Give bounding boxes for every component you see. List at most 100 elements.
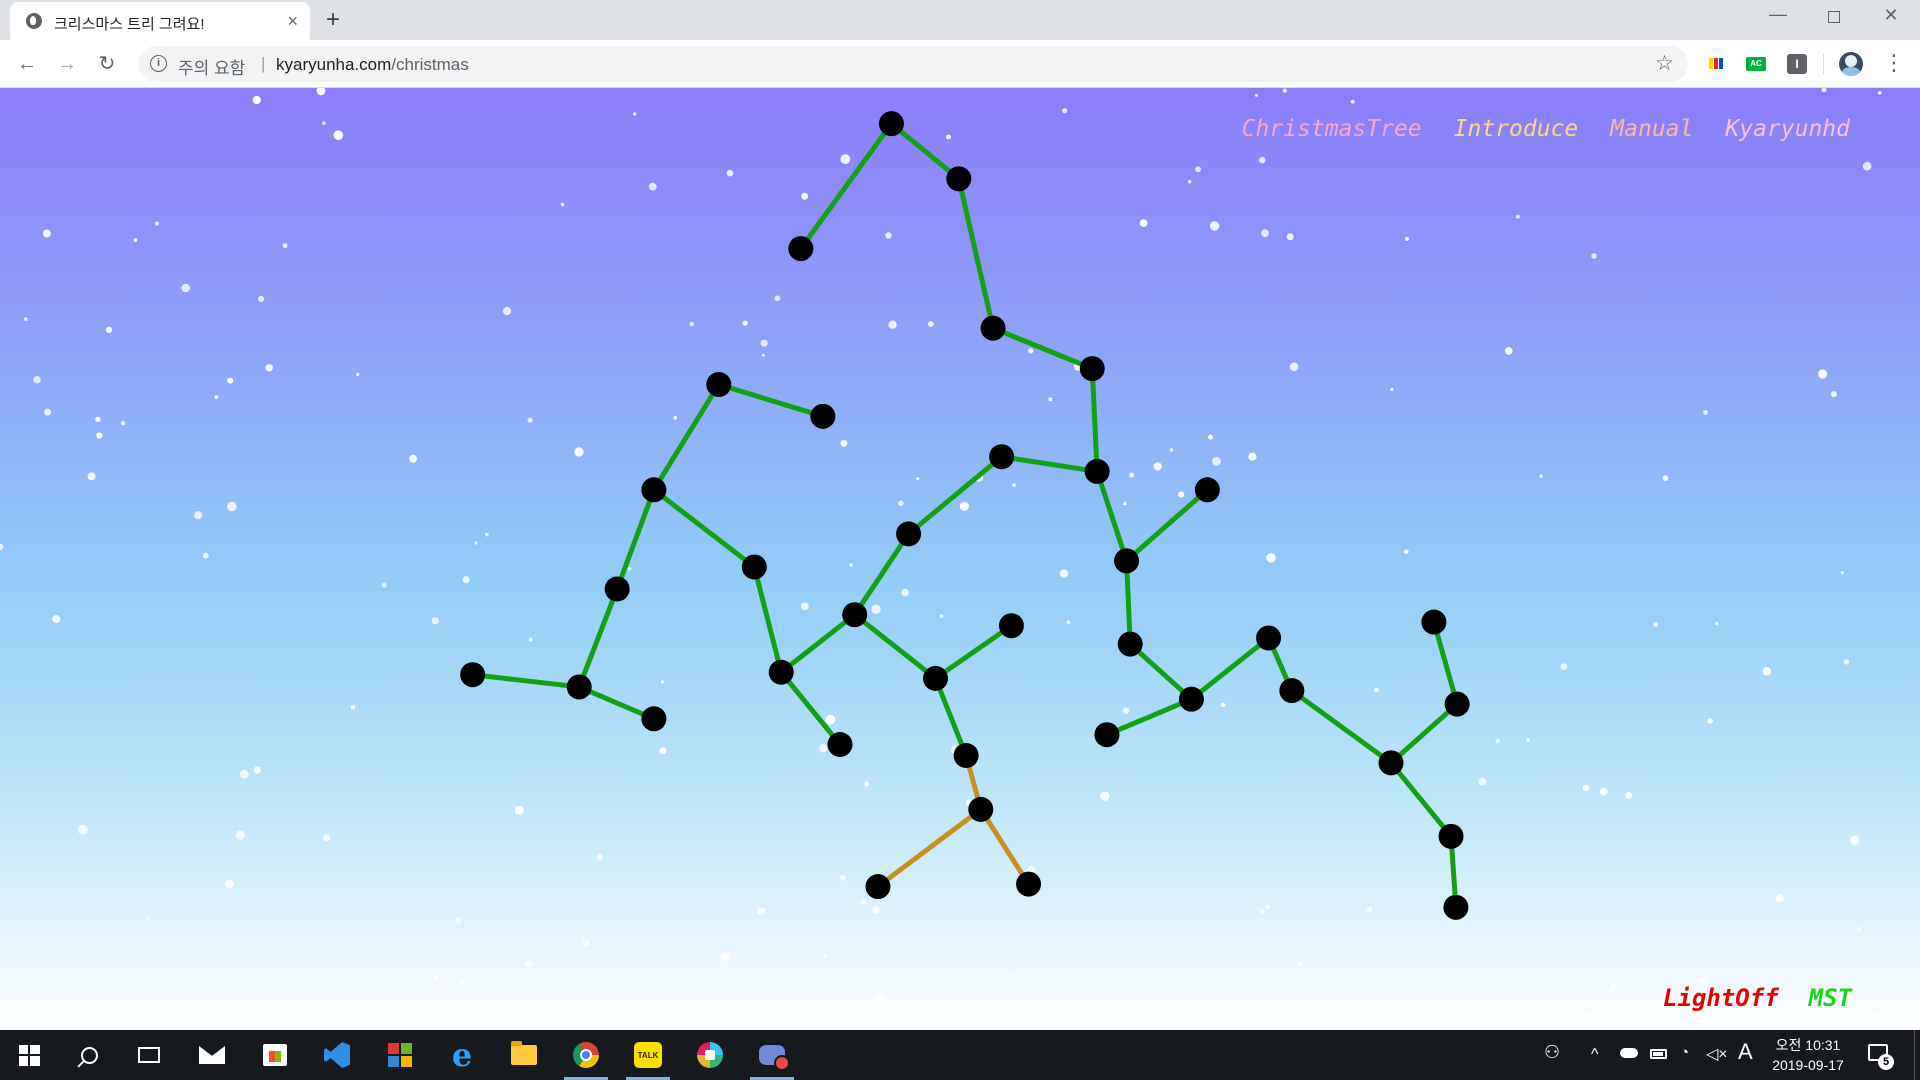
tree-node[interactable] (1279, 678, 1305, 704)
slack-app[interactable] (685, 1030, 735, 1080)
tree-edge (614, 487, 657, 592)
color-bars-icon[interactable] (1709, 55, 1727, 73)
tree-node[interactable] (460, 662, 486, 688)
snowflake (825, 714, 836, 725)
browser-menu-icon[interactable]: ⋮ (1883, 51, 1905, 75)
lightoff-button[interactable]: LightOff (1663, 984, 1779, 1012)
kakaotalk-app[interactable]: TALK (623, 1030, 673, 1080)
taskbar-clock[interactable]: 오전 10:31 2019-09-17 (1768, 1035, 1848, 1075)
snowflake (761, 353, 765, 357)
forward-button[interactable]: → (53, 52, 81, 76)
back-button[interactable]: ← (13, 52, 41, 76)
battery-icon[interactable] (1650, 1049, 1667, 1059)
office-app[interactable] (375, 1030, 425, 1080)
tree-node[interactable] (980, 315, 1006, 341)
tree-node[interactable] (946, 166, 972, 192)
tray-overflow-icon[interactable]: ^ (1591, 1046, 1599, 1064)
nav-christmastree[interactable]: ChristmasTree (1242, 116, 1422, 142)
show-desktop-button[interactable] (1914, 1030, 1920, 1080)
snowflake (528, 637, 533, 642)
slack-icon (697, 1042, 723, 1068)
snowflake (322, 121, 326, 125)
tree-edge (1104, 696, 1194, 738)
tab-close-icon[interactable]: × (287, 11, 298, 31)
ime-indicator[interactable]: A (1738, 1041, 1753, 1063)
people-icon[interactable]: ⚇ (1544, 1043, 1560, 1061)
tree-node[interactable] (842, 602, 868, 628)
profile-avatar[interactable] (1839, 52, 1863, 76)
tree-node[interactable] (1256, 625, 1282, 651)
tree-node[interactable] (1443, 894, 1469, 920)
start-button[interactable] (4, 1030, 54, 1080)
box-i-icon[interactable]: I (1787, 54, 1807, 74)
info-icon[interactable]: i (150, 55, 167, 72)
tree-node[interactable] (878, 111, 904, 137)
reload-button[interactable]: ↻ (93, 52, 121, 76)
close-window-button[interactable]: ✕ (1876, 5, 1906, 26)
search-button[interactable] (64, 1030, 114, 1080)
nav-introduce[interactable]: Introduce (1454, 116, 1579, 142)
url-text[interactable]: kyaryunha.com/christmas (276, 55, 469, 75)
tree-node[interactable] (827, 731, 853, 757)
tree-node[interactable] (768, 659, 794, 685)
tree-node[interactable] (641, 477, 667, 503)
tree-node[interactable] (1117, 631, 1143, 657)
nav-manual[interactable]: Manual (1610, 116, 1693, 142)
tree-node[interactable] (1079, 356, 1105, 382)
snowflake (1862, 161, 1872, 171)
tree-node[interactable] (1094, 722, 1120, 748)
vscode-app[interactable] (312, 1030, 362, 1080)
tree-node[interactable] (923, 665, 949, 691)
tree-node[interactable] (896, 521, 922, 547)
new-tab-button[interactable]: + (326, 7, 340, 33)
tree-node[interactable] (1178, 686, 1204, 712)
tree-node[interactable] (998, 613, 1024, 639)
tree-node[interactable] (1114, 548, 1140, 574)
edge-app[interactable]: e (437, 1030, 487, 1080)
wifi-icon[interactable]: ◔ (1680, 1044, 1689, 1062)
minimize-button[interactable]: — (1763, 4, 1793, 25)
file-explorer-app[interactable] (499, 1030, 549, 1080)
chrome-app[interactable] (561, 1030, 611, 1080)
snowflake (194, 511, 203, 520)
ac-icon[interactable]: AC (1746, 57, 1766, 71)
tree-node[interactable] (968, 796, 994, 822)
tree-node[interactable] (1084, 458, 1110, 484)
tree-node[interactable] (989, 444, 1015, 470)
store-app[interactable] (250, 1030, 300, 1080)
tree-node[interactable] (810, 403, 836, 429)
security-label[interactable]: 주의 요함 (178, 54, 245, 79)
tree-node[interactable] (741, 554, 767, 580)
tree-node[interactable] (865, 874, 891, 900)
snowflake (582, 939, 591, 947)
tree-node[interactable] (1194, 477, 1220, 503)
volume-muted-icon[interactable]: ◁× (1706, 1046, 1728, 1064)
discord-app[interactable] (747, 1030, 797, 1080)
tree-node[interactable] (1444, 691, 1470, 717)
onedrive-icon[interactable] (1620, 1048, 1638, 1058)
mail-app[interactable] (187, 1030, 237, 1080)
tree-node[interactable] (641, 706, 667, 732)
christmas-page[interactable]: ChristmasTree Introduce Manual Kyaryunhd… (0, 88, 1920, 1030)
maximize-button[interactable] (1819, 6, 1849, 28)
tree-node[interactable] (953, 743, 979, 769)
tree-node[interactable] (1421, 609, 1447, 635)
nav-kyaryunhd[interactable]: Kyaryunhd (1725, 116, 1850, 142)
tree-node[interactable] (566, 674, 592, 700)
bookmark-star-icon[interactable]: ☆ (1655, 51, 1674, 76)
snowflake (885, 232, 892, 239)
tree-node[interactable] (1016, 871, 1042, 897)
snowflake (253, 766, 261, 774)
tree-node[interactable] (1438, 823, 1464, 849)
tree-canvas[interactable] (0, 88, 1920, 1030)
task-view-button[interactable] (124, 1030, 174, 1080)
tree-node[interactable] (706, 371, 732, 397)
tree-node[interactable] (604, 576, 630, 602)
tree-node[interactable] (788, 236, 814, 262)
tree-node[interactable] (1378, 750, 1404, 776)
browser-tab[interactable]: 크리스마스 트리 그려요! × (10, 2, 310, 40)
tree-edge (651, 487, 757, 570)
mst-button[interactable]: MST (1809, 984, 1852, 1012)
kakaotalk-icon: TALK (634, 1042, 662, 1068)
address-bar[interactable]: i 주의 요함 | kyaryunha.com/christmas ☆ (138, 46, 1688, 82)
